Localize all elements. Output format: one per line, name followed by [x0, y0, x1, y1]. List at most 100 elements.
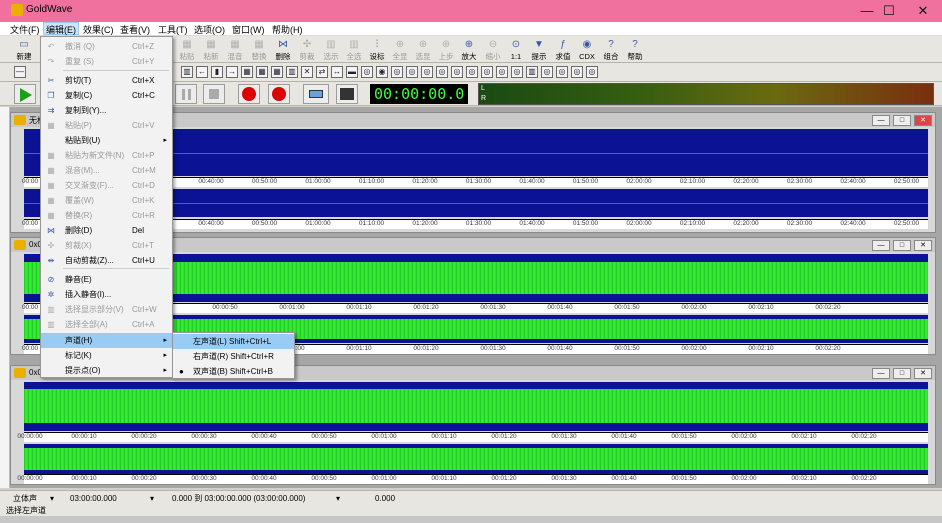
trim-button[interactable]: ✣ 剪裁 [296, 38, 318, 62]
toolbar-effect-icon-16[interactable]: ◎ [406, 66, 418, 78]
menu-view[interactable]: 查看(V) [118, 23, 152, 36]
edit-menu-item[interactable]: ▦ 粘贴为新文件(N) Ctrl+P [41, 148, 172, 163]
monitor-button[interactable] [303, 84, 329, 104]
delete-button[interactable]: ⋈ 删除 [272, 38, 294, 62]
toolbar-effect-icon-2[interactable]: ← [196, 66, 208, 78]
help-button[interactable]: ? 帮助 [624, 38, 646, 62]
toolbar-effect-icon-4[interactable]: → [226, 66, 238, 78]
edit-menu-item[interactable]: ▦ 粘贴(P) Ctrl+V [41, 118, 172, 133]
edit-menu-item[interactable]: ▦ 替换(R) Ctrl+R [41, 208, 172, 223]
document-window-3[interactable]: 0x0 — □ ✕ 00:00:00 00:00:10 00:00:20 00:00:30… [10, 365, 936, 485]
toolbar-effect-icon-23[interactable]: ◎ [511, 66, 523, 78]
record-selection-button[interactable] [268, 84, 290, 104]
menu-effects[interactable]: 效果(C) [81, 23, 116, 36]
toolbar-effect-icon-28[interactable]: ◎ [586, 66, 598, 78]
doc-close-button[interactable]: ✕ [914, 115, 932, 126]
pause-button[interactable] [175, 84, 197, 104]
toolbar-effect-icon-11[interactable]: ↔ [331, 66, 343, 78]
toolbar-effect-icon-10[interactable]: ⇄ [316, 66, 328, 78]
edit-menu-item[interactable]: ▦ 覆盖(W) Ctrl+K [41, 193, 172, 208]
toolbar-effect-icon-1[interactable]: ▥ [181, 66, 193, 78]
doc-maximize-button[interactable]: □ [893, 240, 911, 251]
edit-menu-item[interactable]: 声道(H) ▸ [41, 333, 172, 348]
edit-menu-item[interactable]: 标记(K) ▸ [41, 348, 172, 363]
waveform-right[interactable] [24, 444, 928, 474]
menu-window[interactable]: 窗口(W) [230, 23, 267, 36]
stop-button[interactable] [203, 84, 225, 104]
close-button[interactable]: ✕ [906, 1, 940, 21]
replace-button[interactable]: ▦ 替换 [248, 38, 270, 62]
maximize-button[interactable]: ☐ [872, 1, 906, 21]
menu-edit[interactable]: 编辑(E) [43, 22, 79, 35]
cue-button[interactable]: ▼ 提示 [528, 38, 550, 62]
toolbar-effect-icon-17[interactable]: ◎ [421, 66, 433, 78]
edit-menu-item[interactable]: 粘贴到(U) ▸ [41, 133, 172, 148]
toolbar-effect-icon-24[interactable]: ▥ [526, 66, 538, 78]
edit-menu-item[interactable]: ▥ 选择显示部分(V) Ctrl+W [41, 302, 172, 317]
toolbar-effect-icon-19[interactable]: ◎ [451, 66, 463, 78]
edit-menu-item[interactable]: ▦ 交叉渐变(F)... Ctrl+D [41, 178, 172, 193]
set-marker-button[interactable]: ⫶ 设标 [366, 38, 388, 62]
zoom-in-button[interactable]: ⊕ 放大 [458, 38, 480, 62]
select-all-button[interactable]: ▥ 全选 [343, 38, 365, 62]
edit-menu-item[interactable]: ▦ 混音(M)... Ctrl+M [41, 163, 172, 178]
toolbar-effect-icon-8[interactable]: ▥ [286, 66, 298, 78]
show-all-button[interactable]: ⊕ 全显 [389, 38, 411, 62]
toolbar-effect-icon-22[interactable]: ◎ [496, 66, 508, 78]
toolbar-effect-icon-21[interactable]: ◎ [481, 66, 493, 78]
zoom-1to1-button[interactable]: ⊙ 1:1 [505, 38, 527, 62]
toolbar-effect-icon-18[interactable]: ◎ [436, 66, 448, 78]
toolbar-effect-icon-7[interactable]: ▦ [271, 66, 283, 78]
menu-options[interactable]: 选项(O) [192, 23, 227, 36]
play-button[interactable] [14, 84, 36, 104]
paste-button[interactable]: ▦ 粘贴 [176, 38, 198, 62]
edit-menu-item[interactable]: ⇹ 自动剪裁(Z)... Ctrl+U [41, 253, 172, 268]
dropdown-arrow-icon[interactable]: ▾ [150, 491, 154, 507]
toolbar-effect-icon-6[interactable]: ▦ [256, 66, 268, 78]
edit-menu-item[interactable]: ✂ 剪切(T) Ctrl+X [41, 73, 172, 88]
show-selection-button[interactable]: ⊕ 选显 [412, 38, 434, 62]
toolbar-effect-icon-27[interactable]: ◎ [571, 66, 583, 78]
toolbar-effect-icon-25[interactable]: ◎ [541, 66, 553, 78]
edit-menu-item[interactable]: ⋈ 删除(D) Del [41, 223, 172, 238]
cdx-button[interactable]: ◉ CDX [576, 38, 598, 62]
edit-menu-item[interactable]: ▥ 选择全部(A) Ctrl+A [41, 317, 172, 332]
new-button[interactable]: ▭ 新建 [13, 38, 35, 62]
doc-maximize-button[interactable]: □ [893, 115, 911, 126]
doc-close-button[interactable]: ✕ [914, 368, 932, 379]
dropdown-arrow-icon[interactable]: ▾ [50, 491, 54, 507]
toolbar-effect-icon-14[interactable]: ◉ [376, 66, 388, 78]
edit-menu-item[interactable]: 提示点(O) ▸ [41, 363, 172, 378]
toolbar-effect-icon-13[interactable]: ◎ [361, 66, 373, 78]
menu-left-channel[interactable]: 左声道(L) Shift+Ctrl+L [173, 334, 294, 349]
record-button[interactable] [238, 84, 260, 104]
dropdown-arrow-icon[interactable]: ▾ [336, 491, 340, 507]
edit-menu-item[interactable]: ↷ 重复 (S) Ctrl+Y [41, 54, 172, 69]
menu-both-channels[interactable]: ● 双声道(B) Shift+Ctrl+B [173, 364, 294, 379]
toolbar-volume-icon[interactable]: — [14, 66, 26, 78]
doc-minimize-button[interactable]: — [872, 368, 890, 379]
menu-right-channel[interactable]: 右声道(R) Shift+Ctrl+R [173, 349, 294, 364]
device-controls-button[interactable] [336, 84, 358, 104]
toolbar-effect-icon-3[interactable]: ▮ [211, 66, 223, 78]
menu-file[interactable]: 文件(F) [8, 23, 42, 36]
doc-minimize-button[interactable]: — [872, 240, 890, 251]
toolbar-effect-icon-5[interactable]: ▦ [241, 66, 253, 78]
doc-maximize-button[interactable]: □ [893, 368, 911, 379]
edit-menu-item[interactable]: ✣ 剪裁(X) Ctrl+T [41, 238, 172, 253]
evaluate-button[interactable]: ƒ 求值 [552, 38, 574, 62]
select-view-button[interactable]: ▥ 选示 [320, 38, 342, 62]
mix-button[interactable]: ▦ 混音 [224, 38, 246, 62]
toolbar-effect-icon-9[interactable]: ✕ [301, 66, 313, 78]
toolbar-effect-icon-20[interactable]: ◎ [466, 66, 478, 78]
toolbar-effect-icon-12[interactable]: ▬ [346, 66, 358, 78]
doc-minimize-button[interactable]: — [872, 115, 890, 126]
paste-new-button[interactable]: ▦ 粘新 [200, 38, 222, 62]
toolbar-effect-icon-26[interactable]: ◎ [556, 66, 568, 78]
menu-tools[interactable]: 工具(T) [156, 23, 190, 36]
zoom-out-button[interactable]: ⊖ 缩小 [482, 38, 504, 62]
doc-close-button[interactable]: ✕ [914, 240, 932, 251]
edit-menu-item[interactable]: ✲ 插入静音(I)... [41, 287, 172, 302]
toolbar-effect-icon-15[interactable]: ◎ [391, 66, 403, 78]
combine-button[interactable]: ? 组合 [600, 38, 622, 62]
